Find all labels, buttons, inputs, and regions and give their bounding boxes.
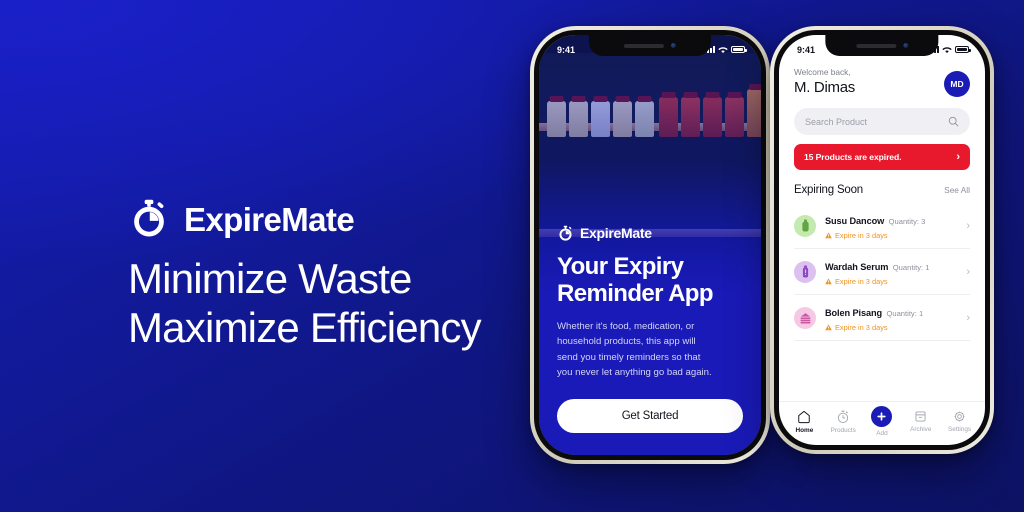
chevron-right-icon: › bbox=[966, 311, 970, 324]
wifi-icon bbox=[942, 46, 952, 53]
product-name: Bolen Pisang bbox=[825, 308, 882, 318]
warning-triangle-icon bbox=[825, 232, 832, 239]
wifi-icon bbox=[718, 46, 728, 53]
status-bar-time: 9:41 bbox=[557, 44, 576, 55]
user-name: M. Dimas bbox=[794, 79, 855, 96]
get-started-button[interactable]: Get Started bbox=[557, 399, 743, 433]
product-info: Wardah Serum Quantity: 1 Expire in 3 day… bbox=[825, 257, 957, 286]
welcome-label: Welcome back, bbox=[794, 67, 851, 77]
onboarding-content: ExpireMate Your Expiry Reminder App Whet… bbox=[539, 225, 761, 455]
tab-home[interactable]: Home bbox=[785, 410, 824, 434]
see-all-link[interactable]: See All bbox=[944, 185, 970, 195]
product-name: Susu Dancow bbox=[825, 216, 885, 226]
expiring-soon-header: Expiring Soon See All bbox=[794, 184, 970, 196]
product-quantity: Quantity: 1 bbox=[886, 309, 924, 318]
gear-icon bbox=[954, 411, 965, 422]
milk-bottle-icon bbox=[794, 214, 816, 237]
warning-triangle-icon bbox=[825, 278, 832, 285]
serum-bottle-icon bbox=[794, 260, 816, 283]
phone-frame: 9:41 Welcome back, M. Dimas MD Search Pr… bbox=[774, 30, 990, 450]
phone-notch bbox=[588, 35, 712, 56]
branding-block: ExpireMate Minimize Waste Maximize Effic… bbox=[128, 198, 528, 352]
plus-icon bbox=[871, 406, 893, 427]
product-expiry: Expire in 3 days bbox=[825, 323, 957, 332]
battery-icon bbox=[955, 46, 971, 53]
chevron-right-icon: › bbox=[966, 265, 970, 278]
brand-name: ExpireMate bbox=[184, 200, 355, 238]
onboarding-screen: 9:41 ExpireMate Your Expiry Reminder App… bbox=[539, 35, 761, 455]
product-expiry: Expire in 3 days bbox=[825, 231, 957, 240]
chevron-right-icon: › bbox=[966, 219, 970, 232]
product-info: Susu Dancow Quantity: 3 Expire in 3 days bbox=[825, 211, 957, 240]
search-placeholder: Search Product bbox=[805, 116, 868, 127]
onboarding-title: Your Expiry Reminder App bbox=[557, 252, 714, 307]
tab-label: Archive bbox=[910, 426, 932, 433]
expiry-text: Expire in 3 days bbox=[835, 231, 888, 240]
phone-mockup-home: 9:41 Welcome back, M. Dimas MD Search Pr… bbox=[770, 26, 994, 454]
layered-cake-icon bbox=[794, 306, 816, 329]
chevron-right-icon: › bbox=[956, 151, 960, 163]
stopwatch-icon bbox=[838, 410, 849, 423]
product-expiry: Expire in 3 days bbox=[825, 277, 957, 286]
onboarding-description: Whether it's food, medication, or househ… bbox=[557, 320, 712, 379]
tab-archive[interactable]: Archive bbox=[901, 410, 940, 433]
bottom-navigation: Home Products Add Archive Settings bbox=[779, 401, 985, 445]
warning-triangle-icon bbox=[825, 324, 832, 331]
product-quantity: Quantity: 1 bbox=[892, 263, 930, 272]
list-item[interactable]: Susu Dancow Quantity: 3 Expire in 3 days… bbox=[794, 203, 970, 249]
app-brand-name: ExpireMate bbox=[580, 225, 652, 242]
front-camera-icon bbox=[902, 43, 908, 48]
tab-label: Add bbox=[876, 430, 888, 437]
expired-products-alert[interactable]: 15 Products are expired. › bbox=[794, 144, 970, 170]
section-title: Expiring Soon bbox=[794, 184, 863, 196]
avatar[interactable]: MD bbox=[944, 71, 970, 97]
search-input[interactable]: Search Product bbox=[794, 108, 970, 135]
brand-lockup: ExpireMate bbox=[128, 198, 528, 240]
home-screen: 9:41 Welcome back, M. Dimas MD Search Pr… bbox=[779, 35, 985, 445]
app-brand-lockup: ExpireMate bbox=[557, 225, 743, 242]
product-info: Bolen Pisang Quantity: 1 Expire in 3 day… bbox=[825, 303, 957, 332]
stopwatch-icon bbox=[128, 198, 170, 240]
tab-label: Home bbox=[795, 426, 814, 434]
tab-label: Products bbox=[830, 426, 856, 434]
home-icon bbox=[798, 410, 811, 423]
expiry-text: Expire in 3 days bbox=[835, 277, 888, 286]
tab-products[interactable]: Products bbox=[824, 410, 863, 434]
battery-icon bbox=[731, 46, 747, 53]
list-item[interactable]: Bolen Pisang Quantity: 1 Expire in 3 day… bbox=[794, 295, 970, 341]
product-list: Susu Dancow Quantity: 3 Expire in 3 days… bbox=[794, 203, 970, 401]
expiry-text: Expire in 3 days bbox=[835, 323, 888, 332]
phone-notch bbox=[825, 35, 939, 56]
tab-add[interactable]: Add bbox=[863, 406, 902, 437]
speaker-grill-icon bbox=[855, 43, 896, 48]
tab-settings[interactable]: Settings bbox=[940, 410, 979, 433]
search-icon bbox=[948, 116, 959, 127]
alert-text: 15 Products are expired. bbox=[804, 152, 902, 162]
page-title: Minimize Waste Maximize Efficiency bbox=[128, 255, 482, 352]
product-name: Wardah Serum bbox=[825, 262, 889, 272]
tab-label: Settings bbox=[948, 426, 972, 433]
status-bar-time: 9:41 bbox=[797, 44, 816, 55]
product-quantity: Quantity: 3 bbox=[888, 217, 926, 226]
phone-frame: 9:41 ExpireMate Your Expiry Reminder App… bbox=[534, 30, 766, 460]
greeting-block: Welcome back, M. Dimas bbox=[794, 67, 855, 96]
stopwatch-icon bbox=[557, 225, 574, 242]
archive-box-icon bbox=[915, 411, 926, 422]
speaker-grill-icon bbox=[624, 43, 664, 48]
front-camera-icon bbox=[671, 43, 676, 48]
list-item[interactable]: Wardah Serum Quantity: 1 Expire in 3 day… bbox=[794, 249, 970, 295]
phone-mockup-onboarding: 9:41 ExpireMate Your Expiry Reminder App… bbox=[530, 26, 770, 464]
